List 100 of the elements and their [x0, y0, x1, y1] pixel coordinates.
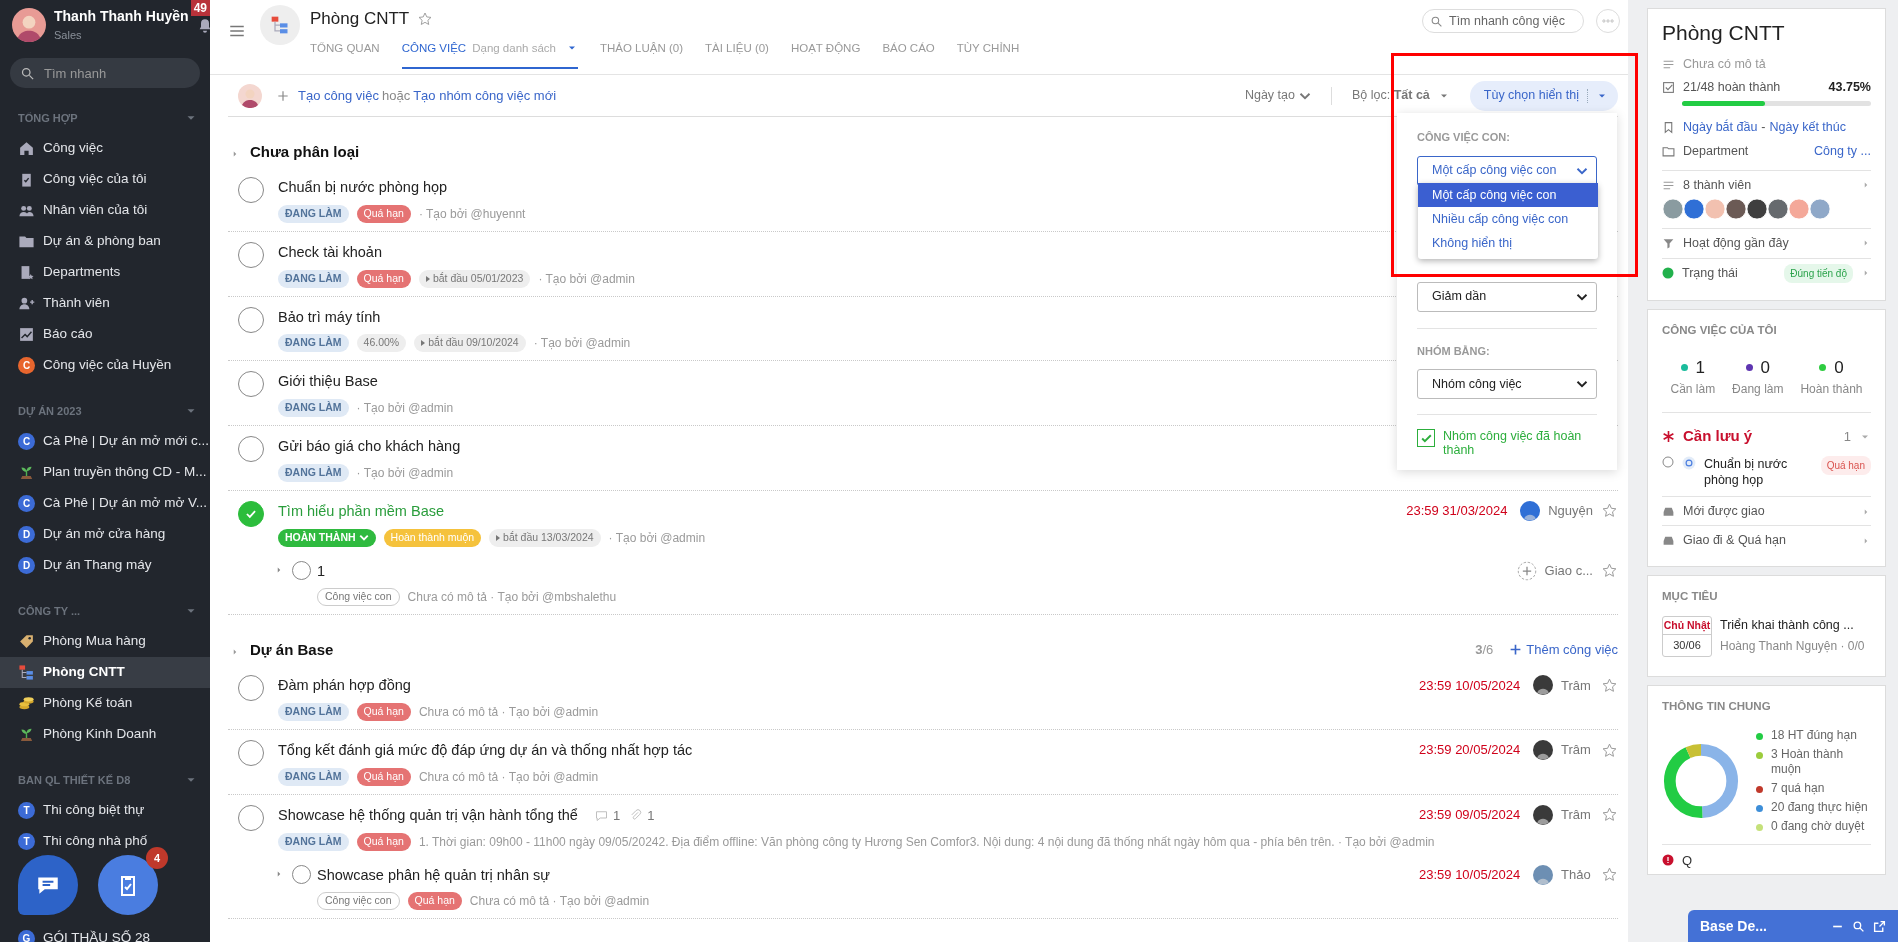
task-title[interactable]: Gửi báo giá cho khách hàng [278, 436, 461, 458]
status-badge[interactable]: ĐANG LÀM [278, 399, 349, 417]
task-meta: · Tạo bởi @admin [608, 529, 706, 547]
sidebar-item[interactable]: C Cà Phê | Dự án mở mở V... [0, 488, 210, 519]
group-by-select[interactable]: Nhóm công việc [1417, 369, 1597, 399]
department-link[interactable]: Công ty ... [1814, 142, 1871, 161]
status-badge[interactable]: ĐANG LÀM [278, 204, 349, 223]
sidebar-item[interactable]: C Công việc của Huyền [0, 350, 210, 381]
stat-value: 0 [1760, 356, 1770, 379]
task-title[interactable]: Đàm phán hợp đồng [278, 675, 411, 697]
create-task-link[interactable]: Tạo công việc [298, 85, 379, 106]
tag: Quá hạn [356, 767, 411, 786]
task-title[interactable]: Giới thiệu Base [278, 371, 378, 393]
sidebar-item[interactable]: C Cà Phê | Dự án mở mới c... [0, 426, 210, 457]
task-title[interactable]: Tổng kết đánh giá mức độ đáp ứng dự án và thống nhất hợp tác [278, 740, 693, 762]
star-icon[interactable] [1601, 806, 1618, 824]
create-group-link[interactable]: Tạo nhóm công việc mới [413, 85, 557, 106]
chevron-icon [1298, 91, 1311, 100]
task-link[interactable]: Mới được giao [1683, 501, 1765, 521]
legend-label: 20 đang thực hiện [1771, 799, 1869, 815]
star-icon[interactable] [1601, 502, 1618, 520]
star-icon[interactable] [417, 10, 434, 27]
members-count[interactable]: 8 thành viên [1683, 175, 1752, 195]
search-field[interactable]: Tìm nhanh công việc [1422, 9, 1584, 33]
sidebar-item[interactable]: Phòng CNTT [0, 657, 210, 688]
chat-bar[interactable]: Base De... [1688, 910, 1898, 942]
plus-icon[interactable] [276, 88, 290, 103]
sidebar-item[interactable]: Dự án & phòng ban [0, 226, 210, 257]
sort-order-select[interactable]: Giảm dần [1417, 281, 1597, 312]
member-avatar[interactable] [1767, 197, 1789, 220]
sidebar-item[interactable]: Phòng Kế toán [0, 688, 210, 719]
checkbox[interactable] [1417, 429, 1435, 447]
activity-link[interactable]: Hoạt động gần đây [1683, 233, 1789, 253]
star-icon[interactable] [1601, 676, 1618, 694]
status-badge[interactable]: ĐANG LÀM [278, 832, 349, 851]
dropdown-option[interactable]: Nhiều cấp công việc con [1418, 207, 1598, 231]
chat-button[interactable] [18, 855, 78, 915]
sidebar-item[interactable]: D Dự án Thang máy [0, 550, 210, 581]
task-count: 3/6 [1475, 640, 1494, 659]
radio-icon[interactable] [1662, 455, 1674, 468]
card-title: MỤC TIÊU [1662, 589, 1719, 605]
task-title[interactable]: 1 [317, 560, 326, 583]
sidebar-item[interactable]: Phòng Mua hàng [0, 626, 210, 657]
end-date-link[interactable]: Ngày kết thúc [1769, 118, 1846, 137]
sidebar-item[interactable]: G GÓI THẦU SỐ 28 [0, 923, 210, 942]
task-title[interactable]: Chuẩn bị nước phòng họp [278, 177, 448, 199]
attention-count: 1 [1843, 427, 1851, 446]
notification-badge: 49 [190, 0, 210, 16]
search-icon [20, 66, 35, 81]
start-date-link[interactable]: Ngày bắt đầu [1683, 118, 1758, 137]
star-icon[interactable] [1601, 562, 1618, 579]
folder-icon [1662, 145, 1675, 158]
status-badge[interactable]: ĐANG LÀM [278, 269, 349, 288]
sidebar-item[interactable]: Plan truyền thông CD - M... [0, 457, 210, 488]
search-field[interactable]: Tìm nhanh [10, 58, 200, 88]
tag: bắt đầu 13/03/2024 [489, 528, 601, 547]
status-badge: Đúng tiến độ [1784, 263, 1853, 283]
plant-icon [18, 726, 35, 743]
member-avatar[interactable] [1725, 197, 1747, 220]
task-title[interactable]: Showcase phân hệ quản trị nhân sự [317, 864, 550, 887]
dropdown-option[interactable]: Không hiển thị [1418, 231, 1598, 255]
status-badge[interactable]: ĐANG LÀM [278, 463, 349, 482]
star-icon[interactable] [1601, 866, 1618, 883]
assignee-name: Thảo [1561, 865, 1591, 884]
sidebar-item[interactable]: D Dự án mở cửa hàng [0, 519, 210, 550]
tab[interactable]: CÔNG VIỆC Dạng danh sách [401, 39, 578, 69]
task-link[interactable]: Giao đi & Quá hạn [1683, 530, 1786, 550]
status-badge[interactable]: ĐANG LÀM [278, 334, 349, 353]
star-icon[interactable] [1601, 741, 1618, 759]
member-avatar[interactable] [1683, 197, 1705, 220]
dropdown-option[interactable]: Một cấp công việc con [1418, 183, 1598, 207]
task-title[interactable]: Check tài khoản [278, 241, 382, 264]
add-person-icon[interactable] [1516, 560, 1537, 581]
external-link-icon[interactable] [1873, 919, 1886, 933]
task-title[interactable]: Tìm hiểu phần mềm Base [278, 500, 445, 523]
sidebar-item[interactable]: Công việc [0, 133, 210, 164]
tasks-button[interactable] [98, 855, 158, 915]
sidebar-item[interactable]: Báo cáo [0, 319, 210, 350]
assignee-name: Trâm [1561, 806, 1591, 824]
display-options-button[interactable]: Tùy chọn hiển thị [1469, 80, 1618, 111]
task-title[interactable]: Showcase hệ thống quản trị vận hành tổng thể [278, 804, 578, 827]
status-badge[interactable]: ĐANG LÀM [278, 767, 349, 786]
search-icon[interactable] [1852, 919, 1865, 933]
add-task-link[interactable]: Thêm công việc [1509, 639, 1618, 660]
task-checkbox[interactable] [238, 500, 264, 527]
sort-button[interactable]: Ngày tạo [1244, 86, 1311, 105]
sidebar-item[interactable]: Thành viên [0, 288, 210, 319]
subtask-select[interactable]: Một cấp công việc con [1417, 155, 1597, 186]
task-title[interactable]: Bảo trì máy tính [278, 306, 381, 329]
due-date: 23:59 10/05/2024 [1419, 865, 1519, 884]
member-avatar[interactable] [1746, 197, 1768, 220]
sidebar-item[interactable]: Nhân viên của tôi [0, 195, 210, 226]
sidebar-item[interactable]: Phòng Kinh Doanh [0, 719, 210, 750]
sidebar-item[interactable]: Công việc của tôi [0, 164, 210, 195]
status-badge[interactable]: ĐANG LÀM [278, 703, 349, 721]
goal-title[interactable]: Triển khai thành công ... [1720, 615, 1865, 635]
calendar-date: Chủ Nhật 30/06 [1662, 615, 1712, 657]
task-title[interactable]: Chuẩn bị nước phòng họp [1704, 455, 1813, 489]
sidebar-item[interactable]: Departments [0, 257, 210, 288]
sidebar-item[interactable]: T Thi công biệt thự [0, 795, 210, 826]
